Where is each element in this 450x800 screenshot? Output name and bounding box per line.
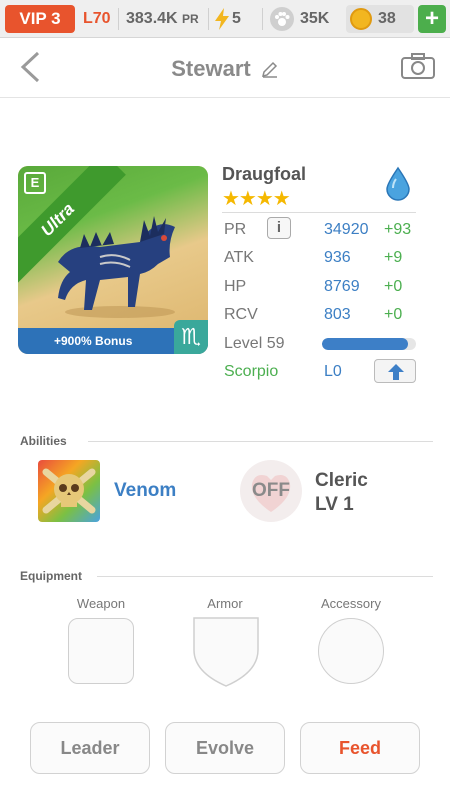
stat-bonus-atk: +9 (384, 249, 403, 266)
divider (208, 8, 209, 30)
paw-icon (270, 7, 294, 31)
weapon-label: Weapon (76, 596, 126, 611)
monster-name: Draugfoal (222, 164, 307, 184)
stat-label-rcv: RCV (224, 306, 258, 323)
leader-button[interactable]: Leader (30, 722, 150, 774)
food-value: 35K (300, 10, 330, 27)
player-level: L70 (83, 10, 111, 27)
scorpio-icon: ♏ (174, 320, 208, 354)
stat-value-pr: 34920 (324, 221, 369, 238)
abilities-heading: Abilities (20, 434, 67, 448)
ability-off-label: OFF (252, 480, 290, 501)
stat-label-hp: HP (224, 278, 247, 295)
add-currency-button[interactable]: + (418, 5, 446, 33)
ability-level-cleric: LV 1 (315, 494, 354, 515)
monster-card[interactable]: Ultra E +900% Bonus ♏ (18, 166, 208, 354)
power-rating-value: 383.4K (126, 10, 178, 27)
divider (97, 576, 433, 577)
vip-badge[interactable]: VIP 3 (5, 5, 75, 33)
camera-icon[interactable] (400, 52, 436, 80)
level-progress-fill (322, 338, 409, 350)
power-rating: 383.4K PR (126, 9, 199, 29)
ability-name-venom[interactable]: Venom (114, 480, 176, 502)
monster-portrait (58, 216, 175, 318)
armor-label: Armor (207, 596, 243, 611)
stat-label-atk: ATK (224, 249, 254, 266)
zodiac-sign: Scorpio (224, 363, 279, 380)
up-arrow-icon (388, 364, 404, 380)
star-rating: ★★★★ (222, 188, 291, 210)
stat-bonus-pr: +93 (384, 221, 412, 238)
level-label: Level 59 (224, 335, 285, 352)
divider (118, 8, 119, 30)
venom-ability-icon[interactable] (38, 460, 100, 522)
weapon-slot[interactable] (68, 618, 134, 684)
evolve-button[interactable]: Evolve (165, 722, 285, 774)
accessory-label: Accessory (321, 596, 381, 611)
pencil-icon[interactable] (261, 60, 279, 78)
feed-button[interactable]: Feed (300, 722, 420, 774)
coin-icon (350, 8, 372, 30)
divider (222, 212, 416, 213)
armor-slot[interactable] (192, 616, 260, 688)
level-progress-bar (322, 338, 416, 350)
stat-value-rcv: 803 (324, 306, 351, 323)
status-bar: VIP 3 L70 383.4K PR 5 35K 38 + (0, 0, 450, 38)
zodiac-level: L0 (324, 363, 342, 380)
monster-nickname: Stewart (171, 56, 251, 81)
power-rating-unit: PR (182, 12, 199, 26)
divider (262, 8, 263, 30)
water-drop-icon (386, 166, 410, 201)
accessory-slot[interactable] (318, 618, 384, 684)
ability-name-cleric[interactable]: Cleric (315, 470, 368, 492)
equipment-heading: Equipment (20, 569, 82, 583)
skull-icon (42, 468, 96, 514)
stat-label-pr: PR (224, 221, 247, 238)
stat-value-hp: 8769 (324, 278, 360, 295)
stat-value-atk: 936 (324, 249, 351, 266)
gold-value: 38 (378, 10, 396, 27)
nav-header: Stewart (0, 38, 450, 98)
upgrade-sign-button[interactable] (374, 359, 416, 383)
divider (88, 441, 433, 442)
energy-value: 5 (232, 10, 241, 27)
stat-bonus-hp: +0 (384, 278, 403, 295)
info-button[interactable]: i (267, 217, 291, 239)
stat-bonus-rcv: +0 (384, 306, 403, 323)
evolve-badge-icon: E (24, 172, 46, 194)
lightning-icon (215, 8, 229, 30)
